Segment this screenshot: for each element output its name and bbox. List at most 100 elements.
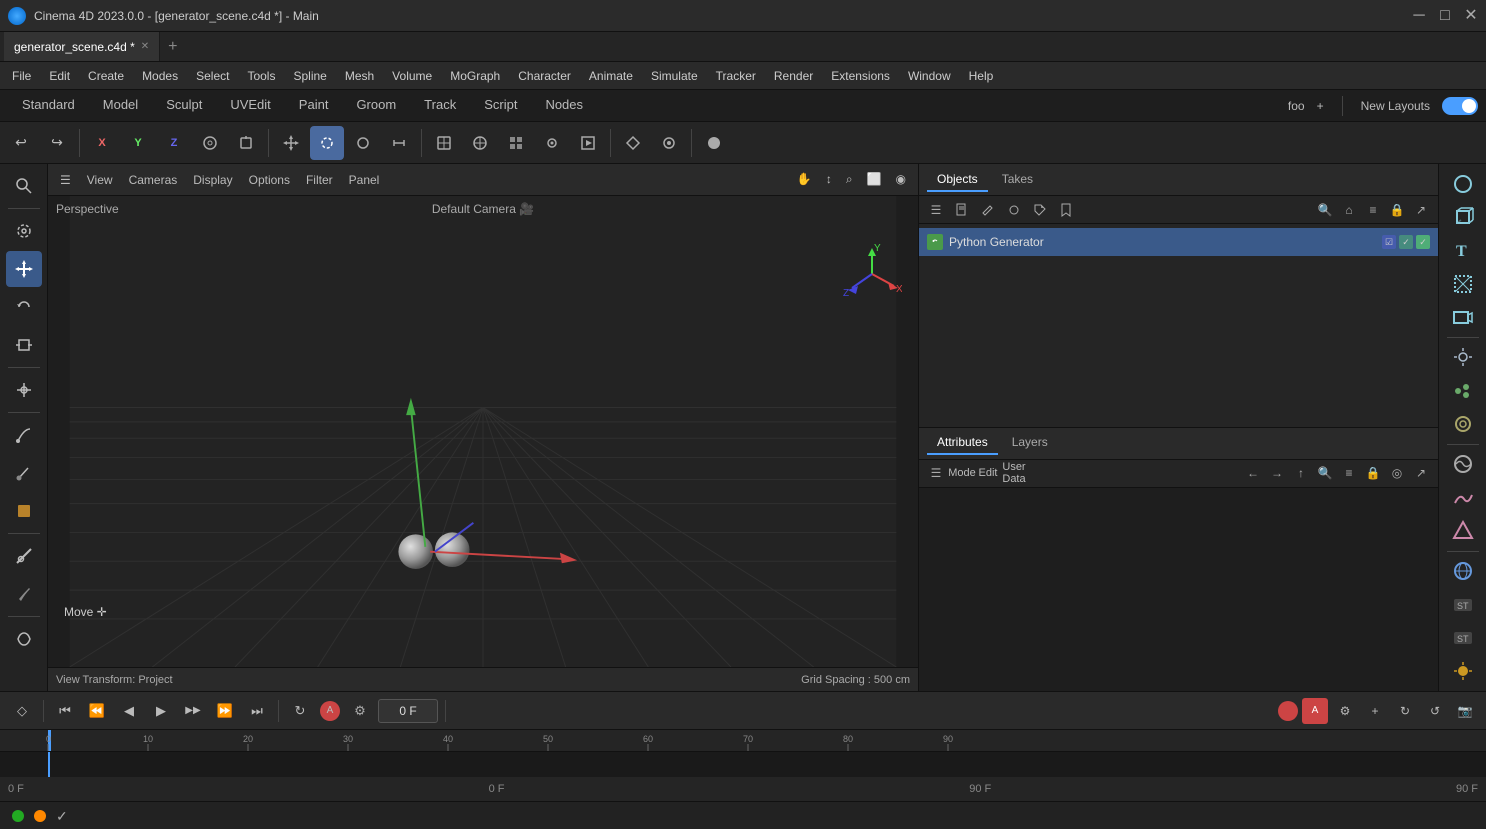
rs-globe-icon[interactable] — [1445, 556, 1481, 587]
toolbar-tab-script[interactable]: Script — [470, 93, 531, 118]
tag-visibility[interactable]: ✓ — [1416, 235, 1430, 249]
menu-character[interactable]: Character — [510, 66, 579, 86]
y-axis-icon[interactable]: Y — [121, 126, 155, 160]
rs-cube-icon[interactable] — [1445, 201, 1481, 232]
next-key-btn[interactable]: ⏩ — [211, 697, 239, 725]
vt-display[interactable]: Display — [189, 171, 236, 189]
attributes-tab[interactable]: Attributes — [927, 431, 998, 455]
timeline-settings-icon[interactable]: ⚙ — [1332, 698, 1358, 724]
vt-view[interactable]: View — [83, 171, 117, 189]
rs-light-icon[interactable] — [1445, 342, 1481, 373]
material-icon[interactable] — [6, 493, 42, 529]
next-frame-btn[interactable]: ▶▶ — [179, 697, 207, 725]
undo-icon[interactable]: ↩ — [4, 126, 38, 160]
at-lock-icon[interactable]: 🔒 — [1362, 462, 1384, 484]
close-button[interactable]: ✕ — [1464, 9, 1478, 23]
vt-cameras[interactable]: Cameras — [125, 171, 182, 189]
rotate-tool-icon[interactable] — [346, 126, 380, 160]
snap-settings-icon[interactable] — [652, 126, 686, 160]
vt-frame-icon[interactable]: ⬜ — [863, 170, 886, 189]
toolbar-tab-standard[interactable]: Standard — [8, 93, 89, 118]
tab-generator-scene[interactable]: generator_scene.c4d * ✕ — [4, 32, 160, 61]
rs-camera-icon[interactable] — [1445, 301, 1481, 332]
record-btn[interactable]: ⚙ — [346, 697, 374, 725]
rotate-object-icon[interactable] — [6, 213, 42, 249]
op-search-icon[interactable]: 🔍 — [1314, 199, 1336, 221]
transform-icon[interactable] — [427, 126, 461, 160]
at-mode-label[interactable]: Mode — [951, 462, 973, 484]
smooth-icon[interactable] — [6, 621, 42, 657]
menu-simulate[interactable]: Simulate — [643, 66, 706, 86]
at-menu-icon[interactable]: ☰ — [925, 462, 947, 484]
record-icon-1[interactable] — [1278, 701, 1298, 721]
new-layouts-label[interactable]: New Layouts — [1361, 99, 1430, 113]
at-up-icon[interactable]: ↑ — [1290, 462, 1312, 484]
menu-window[interactable]: Window — [900, 66, 959, 86]
go-to-end-btn[interactable]: ⏭ — [243, 697, 271, 725]
menu-edit[interactable]: Edit — [41, 66, 78, 86]
rs-sphere-icon[interactable] — [1445, 168, 1481, 199]
timeline-cycle-icon[interactable]: ↻ — [1392, 698, 1418, 724]
timeline-ruler[interactable]: 0 10 20 30 40 50 60 70 80 90 — [0, 730, 1486, 752]
x-axis-icon[interactable]: X — [85, 126, 119, 160]
op-export-icon[interactable]: ↗ — [1410, 199, 1432, 221]
sculpt-brush-icon[interactable] — [6, 417, 42, 453]
rs-text-icon[interactable]: T — [1445, 235, 1481, 266]
snap-enable-icon[interactable] — [616, 126, 650, 160]
takes-tab[interactable]: Takes — [992, 168, 1043, 192]
render-region-icon[interactable] — [571, 126, 605, 160]
at-search-icon[interactable]: 🔍 — [1314, 462, 1336, 484]
tag-checkbox[interactable]: ☑ — [1382, 235, 1396, 249]
prev-key-btn[interactable]: ⏪ — [83, 697, 111, 725]
rs-mograph-icon[interactable] — [1445, 375, 1481, 406]
op-object-icon[interactable] — [1003, 199, 1025, 221]
prev-frame-btn[interactable]: ◀ — [115, 697, 143, 725]
at-edit-label[interactable]: Edit — [977, 462, 999, 484]
op-home-icon[interactable]: ⌂ — [1338, 199, 1360, 221]
vt-orbit-icon[interactable]: ↕ — [822, 170, 836, 189]
rs-spline-gen-icon[interactable] — [1445, 482, 1481, 513]
timeline-screenshot-icon[interactable]: 📷 — [1452, 698, 1478, 724]
frame-input[interactable] — [378, 699, 438, 723]
keyframe-icon[interactable]: ◇ — [8, 697, 36, 725]
vt-options[interactable]: Options — [245, 171, 294, 189]
menu-mograph[interactable]: MoGraph — [442, 66, 508, 86]
op-menu-icon[interactable]: ☰ — [925, 199, 947, 221]
autokey-btn[interactable]: A — [320, 701, 340, 721]
vt-panel[interactable]: Panel — [345, 171, 384, 189]
menu-volume[interactable]: Volume — [384, 66, 440, 86]
op-list-icon[interactable]: ≡ — [1362, 199, 1384, 221]
scale-tool-left-icon[interactable] — [6, 327, 42, 363]
menu-render[interactable]: Render — [766, 66, 821, 86]
vt-filter[interactable]: Filter — [302, 171, 337, 189]
objects-tab[interactable]: Objects — [927, 168, 988, 192]
knife-icon[interactable] — [6, 576, 42, 612]
toolbar-tab-paint[interactable]: Paint — [285, 93, 343, 118]
tag-check[interactable]: ✓ — [1399, 235, 1413, 249]
new-layouts-toggle[interactable] — [1442, 97, 1478, 115]
menu-modes[interactable]: Modes — [134, 66, 186, 86]
redo-icon[interactable]: ↪ — [40, 126, 74, 160]
menu-tools[interactable]: Tools — [239, 66, 283, 86]
op-bookmarks-icon[interactable] — [1055, 199, 1077, 221]
toolbar-tab-sculpt[interactable]: Sculpt — [152, 93, 216, 118]
timeline-track[interactable] — [0, 752, 1486, 777]
grid-icon[interactable] — [499, 126, 533, 160]
at-userdata-label[interactable]: User Data — [1003, 462, 1025, 484]
op-edit-icon[interactable] — [977, 199, 999, 221]
vt-render-icon[interactable]: ◉ — [892, 170, 910, 189]
rotate-tool-left-icon[interactable] — [6, 289, 42, 325]
menu-create[interactable]: Create — [80, 66, 132, 86]
rs-null-icon[interactable] — [1445, 268, 1481, 299]
rotate-coord-icon[interactable] — [229, 126, 263, 160]
timeline-add-icon[interactable]: + — [1362, 698, 1388, 724]
rs-tag-icon[interactable]: ST — [1445, 589, 1481, 620]
at-back-icon[interactable]: ← — [1242, 462, 1264, 484]
loop-btn[interactable]: ↻ — [286, 697, 314, 725]
viewport-canvas[interactable]: Y X Z Perspective Default Camera 🎥 Move … — [48, 196, 918, 667]
toolbar-tab-track[interactable]: Track — [410, 93, 470, 118]
search-tool-icon[interactable] — [6, 168, 42, 204]
move-tool-icon[interactable] — [274, 126, 308, 160]
tab-add-button[interactable]: + — [160, 32, 185, 61]
move-object-icon[interactable] — [6, 251, 42, 287]
